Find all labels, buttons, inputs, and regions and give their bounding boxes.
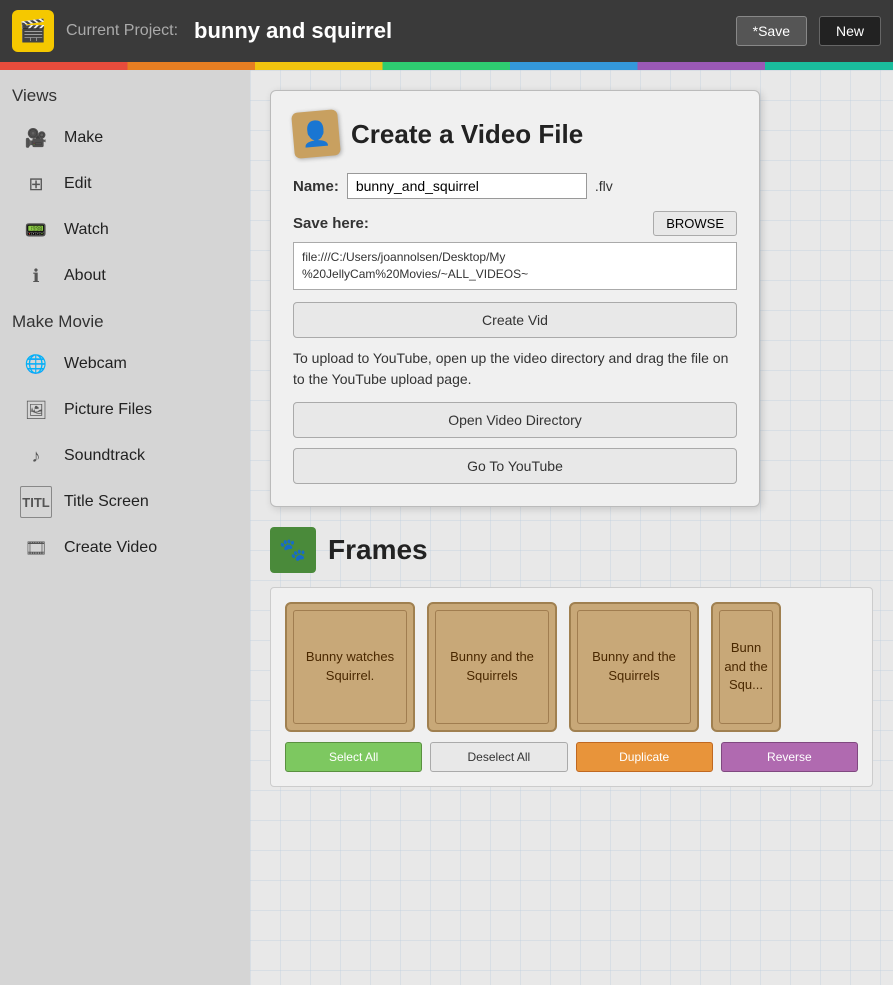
views-section-title: Views — [12, 86, 238, 106]
save-here-label: Save here: — [293, 215, 369, 232]
name-row: Name: .flv — [293, 173, 737, 199]
edit-icon: ⊞ — [20, 168, 52, 200]
go-to-youtube-button[interactable]: Go To YouTube — [293, 448, 737, 484]
sidebar-item-webcam[interactable]: 🌐 Webcam — [12, 342, 238, 386]
frame-card-1[interactable]: Bunny and the Squirrels — [427, 602, 557, 732]
frame-card-2[interactable]: Bunny and the Squirrels — [569, 602, 699, 732]
frame-card-1-text: Bunny and the Squirrels — [429, 640, 555, 692]
sidebar-item-soundtrack[interactable]: ♪ Soundtrack — [12, 434, 238, 478]
new-button[interactable]: New — [819, 16, 881, 46]
open-video-directory-button[interactable]: Open Video Directory — [293, 402, 737, 438]
frames-grid: Bunny watches Squirrel. Bunny and the Sq… — [285, 602, 858, 732]
project-label: Current Project: — [66, 22, 178, 40]
sidebar-item-make[interactable]: 🎥 Make — [12, 116, 238, 160]
info-text: To upload to YouTube, open up the video … — [293, 348, 737, 390]
create-video-icon: 🎞 — [20, 532, 52, 564]
sidebar-item-edit[interactable]: ⊞ Edit — [12, 162, 238, 206]
frames-section: 🐾 Frames Bunny watches Squirrel. Bunny a… — [270, 527, 873, 787]
main-layout: Views 🎥 Make ⊞ Edit 📟 Watch ℹ About Make… — [0, 70, 893, 985]
select-all-button[interactable]: Select All — [285, 742, 422, 772]
sidebar-item-create-video-label: Create Video — [64, 539, 157, 557]
app-logo: 🎬 — [12, 10, 54, 52]
create-video-panel: 👤 Create a Video File Name: .flv Save he… — [270, 90, 760, 507]
frame-card-3[interactable]: Bunn and the Squ... — [711, 602, 781, 732]
create-vid-button[interactable]: Create Vid — [293, 302, 737, 338]
sidebar: Views 🎥 Make ⊞ Edit 📟 Watch ℹ About Make… — [0, 70, 250, 985]
deselect-all-button[interactable]: Deselect All — [430, 742, 567, 772]
file-ext-label: .flv — [595, 178, 613, 194]
duplicate-button[interactable]: Duplicate — [576, 742, 713, 772]
frames-icon: 🐾 — [270, 527, 316, 573]
sidebar-item-picture-files[interactable]: 🖼 Picture Files — [12, 388, 238, 432]
sidebar-item-create-video[interactable]: 🎞 Create Video — [12, 526, 238, 570]
sidebar-item-title-screen-label: Title Screen — [64, 493, 149, 511]
sidebar-item-picture-files-label: Picture Files — [64, 401, 152, 419]
sidebar-item-watch-label: Watch — [64, 221, 109, 239]
frames-buttons: Select All Deselect All Duplicate Revers… — [285, 742, 858, 772]
picture-files-icon: 🖼 — [20, 394, 52, 426]
color-bar — [0, 62, 893, 70]
save-here-row: Save here: BROWSE — [293, 211, 737, 236]
sidebar-item-webcam-label: Webcam — [64, 355, 127, 373]
frame-card-2-text: Bunny and the Squirrels — [571, 640, 697, 692]
panel-icon: 👤 — [291, 109, 341, 159]
reverse-button[interactable]: Reverse — [721, 742, 858, 772]
sidebar-item-about-label: About — [64, 267, 106, 285]
webcam-icon: 🌐 — [20, 348, 52, 380]
title-screen-icon: TITL — [20, 486, 52, 518]
browse-button[interactable]: BROWSE — [653, 211, 737, 236]
header: 🎬 Current Project: bunny and squirrel *S… — [0, 0, 893, 62]
frames-title: Frames — [328, 534, 428, 566]
sidebar-item-make-label: Make — [64, 129, 103, 147]
name-label: Name: — [293, 178, 339, 195]
save-button[interactable]: *Save — [736, 16, 807, 46]
about-icon: ℹ — [20, 260, 52, 292]
make-movie-section-title: Make Movie — [12, 312, 238, 332]
frames-header: 🐾 Frames — [270, 527, 873, 573]
sidebar-item-soundtrack-label: Soundtrack — [64, 447, 145, 465]
sidebar-item-title-screen[interactable]: TITL Title Screen — [12, 480, 238, 524]
name-input[interactable] — [347, 173, 587, 199]
sidebar-item-watch[interactable]: 📟 Watch — [12, 208, 238, 252]
project-name: bunny and squirrel — [194, 18, 392, 44]
frames-container: Bunny watches Squirrel. Bunny and the Sq… — [270, 587, 873, 787]
frame-card-0[interactable]: Bunny watches Squirrel. — [285, 602, 415, 732]
frame-card-3-text: Bunn and the Squ... — [713, 631, 779, 702]
content-area: 👤 Create a Video File Name: .flv Save he… — [250, 70, 893, 985]
panel-title: Create a Video File — [351, 119, 583, 150]
sidebar-item-about[interactable]: ℹ About — [12, 254, 238, 298]
watch-icon: 📟 — [20, 214, 52, 246]
panel-header: 👤 Create a Video File — [293, 111, 737, 157]
frame-card-0-text: Bunny watches Squirrel. — [287, 640, 413, 692]
file-path-display: file:///C:/Users/joannolsen/Desktop/My %… — [293, 242, 737, 290]
soundtrack-icon: ♪ — [20, 440, 52, 472]
make-icon: 🎥 — [20, 122, 52, 154]
sidebar-item-edit-label: Edit — [64, 175, 92, 193]
